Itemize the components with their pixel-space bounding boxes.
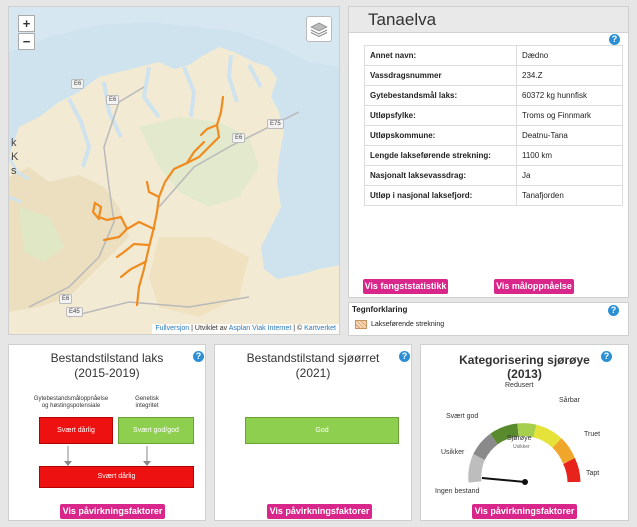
gauge-center-sublabel: Usikker [513, 444, 530, 450]
gauge-label-none: Ingen bestand [435, 488, 480, 495]
gauge-label-uncertain: Usikker [441, 449, 465, 456]
layers-icon [310, 22, 328, 38]
river-title: Tanaelva [349, 7, 628, 33]
property-row: Lengde lakseførende strekning: 1100 km [364, 145, 623, 166]
developer-link[interactable]: Asplan Viak Internet [229, 325, 292, 332]
genetic-integrity-status: Svært god/god [118, 417, 194, 444]
gauge-label-very-good: Svært god [446, 413, 479, 420]
source-link[interactable]: Kartverket [304, 325, 336, 332]
gauge-label-lost: Tapt [586, 470, 600, 477]
road-label: E6 [232, 133, 246, 143]
map-attribution: Fullversjon | Utviklet av Asplan Viak In… [152, 324, 339, 334]
road-label: E6 [71, 79, 85, 89]
gauge-label-vulnerable: Sårbar [559, 397, 581, 404]
arctic-char-title: Kategorisering sjørøye [459, 353, 590, 367]
gauge-label-threatened: Truet [584, 431, 601, 438]
show-impact-factors-button[interactable]: Vis påvirkningsfaktorer [267, 504, 372, 519]
road-label: E6 [106, 95, 120, 105]
salmon-status-panel: ? Bestandstilstand laks (2015-2019) Gyte… [8, 344, 206, 521]
salmon-status-title: Bestandstilstand laks [50, 351, 164, 365]
map-place-label: k [11, 137, 17, 149]
show-impact-factors-button[interactable]: Vis påvirkningsfaktorer [60, 504, 165, 519]
show-target-attainment-button[interactable]: Vis måloppnåelse [494, 279, 574, 294]
legend-item-label: Lakseførende strekning [371, 321, 445, 328]
help-icon[interactable]: ? [608, 305, 619, 316]
river-info-panel: Tanaelva ? Annet navn: Dædno Vassdragsnumm… [348, 6, 629, 298]
legend-title: Tegnforklaring [352, 305, 408, 314]
show-impact-factors-button[interactable]: Vis påvirkningsfaktorer [472, 504, 577, 519]
genetic-integrity-label: Genetisk integritet [135, 396, 159, 409]
map-place-label: s [11, 165, 17, 177]
road-label: E6 [59, 294, 73, 304]
sea-trout-status-panel: ? Bestandstilstand sjøørret (2021) God V… [214, 344, 412, 521]
arctic-char-period: (2013) [507, 367, 542, 381]
property-value: 60372 kg hunnfisk [516, 85, 623, 106]
legend-swatch [355, 320, 367, 329]
property-key: Vassdragsnummer [364, 65, 517, 86]
sea-trout-status: God [245, 417, 399, 444]
river-properties-table: Annet navn: Dædno Vassdragsnummer 234.Z Gyte… [364, 45, 623, 206]
property-row: Annet navn: Dædno [364, 45, 623, 66]
property-value: Troms og Finnmark [516, 105, 623, 126]
help-icon[interactable]: ? [609, 34, 620, 45]
gauge-center-label: Sjørøye [507, 435, 532, 442]
property-key: Utløp i nasjonal laksefjord: [364, 185, 517, 206]
gauge-label-reduced: Redusert [505, 382, 534, 389]
map-panel[interactable]: + − E6 E6 E75 E6 E6 E45 k K s Fullversjo… [8, 6, 340, 335]
map-canvas[interactable] [9, 7, 340, 335]
spawning-target-label: Gytebestandsmåloppnåelse og høstingspote… [33, 396, 109, 409]
overall-salmon-status: Svært dårlig [39, 466, 194, 488]
road-label: E75 [267, 119, 284, 129]
property-row: Vassdragsnummer 234.Z [364, 65, 623, 86]
property-row: Gytebestandsmål laks: 60372 kg hunnfisk [364, 85, 623, 106]
salmon-status-period: (2015-2019) [74, 366, 140, 380]
sea-trout-status-period: (2021) [295, 366, 331, 380]
attribution-text: | Utviklet av [189, 325, 229, 332]
spawning-target-status: Svært dårlig [39, 417, 113, 444]
sea-trout-status-title: Bestandstilstand sjøørret [246, 351, 380, 365]
property-key: Nasjonalt laksevassdrag: [364, 165, 517, 186]
property-value: Ja [516, 165, 623, 186]
road-label: E45 [66, 307, 83, 317]
property-row: Nasjonalt laksevassdrag: Ja [364, 165, 623, 186]
property-value: Deatnu-Tana [516, 125, 623, 146]
property-key: Gytebestandsmål laks: [364, 85, 517, 106]
arctic-char-category-panel: ? Kategorisering sjørøye (2013) Sjørøye … [420, 344, 629, 521]
fullversion-link[interactable]: Fullversjon [155, 325, 189, 332]
map-place-label: K [11, 151, 19, 163]
property-row: Utløpsfylke: Troms og Finnmark [364, 105, 623, 126]
property-value: Tanafjorden [516, 185, 623, 206]
attribution-text: | © [291, 325, 305, 332]
property-row: Utløp i nasjonal laksefjord: Tanafjorden [364, 185, 623, 206]
property-key: Annet navn: [364, 45, 517, 66]
property-value: 1100 km [516, 145, 623, 166]
property-row: Utløpskommune: Deatnu-Tana [364, 125, 623, 146]
property-value: Dædno [516, 45, 623, 66]
property-key: Lengde lakseførende strekning: [364, 145, 517, 166]
zoom-out-button[interactable]: − [18, 33, 35, 50]
flow-arrows [64, 446, 151, 466]
layers-button[interactable] [306, 16, 332, 42]
legend-panel: Tegnforklaring Lakseførende strekning ? [348, 302, 629, 336]
property-value: 234.Z [516, 65, 623, 86]
property-key: Utløpsfylke: [364, 105, 517, 126]
zoom-in-button[interactable]: + [18, 15, 35, 32]
property-key: Utløpskommune: [364, 125, 517, 146]
show-catch-statistics-button[interactable]: Vis fangststatistikk [363, 279, 448, 294]
